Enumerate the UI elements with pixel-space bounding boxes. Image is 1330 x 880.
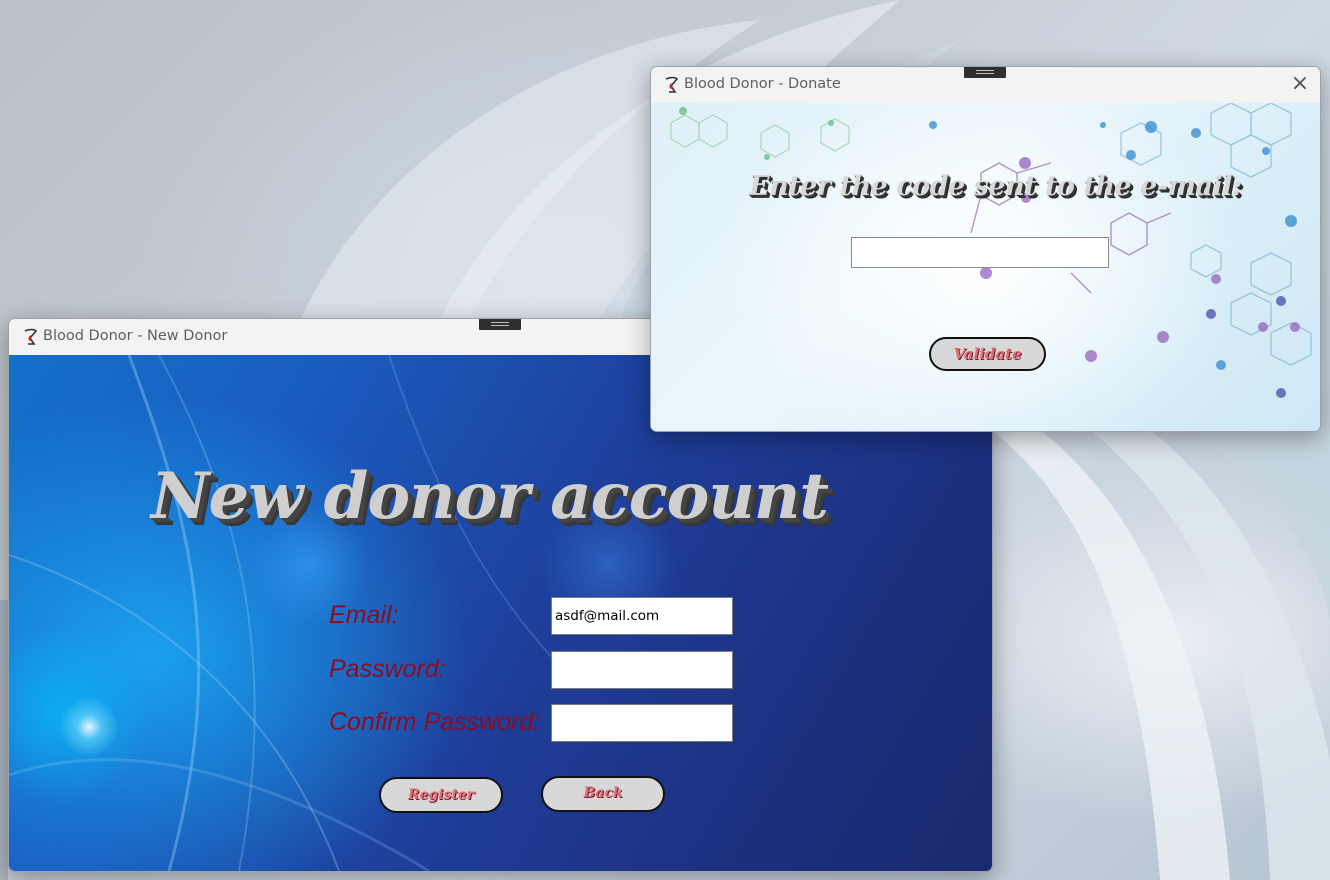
new-donor-form-panel: New donor account Email: Password: Confi… — [9, 355, 992, 871]
confirm-password-label: Confirm Password: — [329, 708, 541, 736]
password-label: Password: — [329, 655, 446, 683]
donate-titlebar[interactable]: Blood Donor - Donate × — [651, 67, 1320, 103]
blood-donor-app-icon — [24, 328, 38, 345]
window-title: Blood Donor - Donate — [684, 76, 841, 92]
code-prompt-heading: Enter the code sent to the e-mail: — [749, 171, 1242, 202]
page-title: New donor account — [151, 459, 829, 534]
drag-handle[interactable] — [964, 67, 1006, 78]
password-field[interactable] — [551, 651, 733, 689]
confirm-password-field[interactable] — [551, 704, 733, 742]
window-title: Blood Donor - New Donor — [43, 328, 228, 344]
verification-code-input[interactable] — [851, 237, 1109, 268]
blood-donor-app-icon — [665, 76, 679, 93]
donate-code-panel: Enter the code sent to the e-mail: Valid… — [651, 103, 1320, 431]
register-button[interactable]: Register — [379, 777, 503, 813]
donate-window: Blood Donor - Donate × Enter the code se… — [650, 66, 1321, 432]
close-icon[interactable]: × — [1287, 73, 1313, 97]
email-label: Email: — [329, 601, 399, 629]
back-button[interactable]: Back — [541, 776, 665, 812]
validate-button[interactable]: Validate — [929, 337, 1046, 371]
email-field[interactable] — [551, 597, 733, 635]
drag-handle[interactable] — [479, 319, 521, 330]
